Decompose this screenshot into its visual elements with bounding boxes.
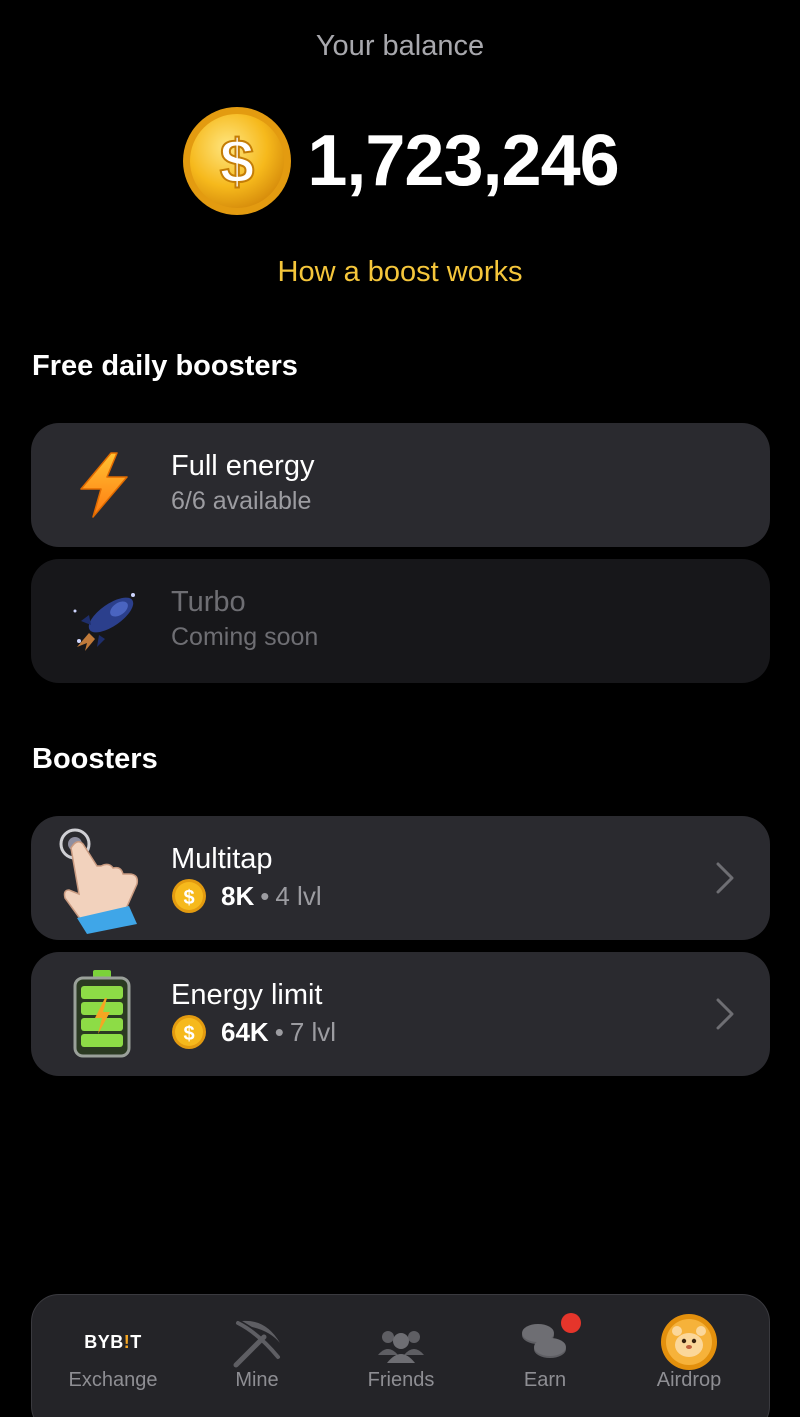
- booster-level: 4 lvl: [275, 880, 322, 911]
- booster-title: Energy limit: [171, 979, 323, 1011]
- price-row: $ 8K • 4 lvl: [171, 878, 322, 914]
- booster-level: 7 lvl: [289, 1016, 337, 1047]
- booster-card-turbo: Turbo Coming soon: [31, 559, 770, 683]
- chevron-right-icon: [716, 998, 734, 1030]
- nav-label: Mine: [235, 1369, 279, 1391]
- svg-text:$: $: [183, 887, 194, 909]
- notification-dot: [561, 1313, 581, 1333]
- separator-dot: •: [274, 1016, 284, 1047]
- price-row: $ 64K • 7 lvl: [171, 1014, 336, 1050]
- dollar-coin-icon: $: [183, 107, 292, 215]
- booster-price: 8K: [221, 880, 255, 911]
- balance-row: $ 1,723,246: [0, 105, 800, 217]
- bottom-nav: BYB!T Exchange Mine Friends Earn Airdrop: [31, 1294, 770, 1417]
- booster-title: Turbo: [171, 586, 246, 618]
- nav-item-earn[interactable]: Earn: [471, 1295, 619, 1417]
- nav-label: Exchange: [68, 1369, 158, 1391]
- battery-icon: [73, 970, 131, 1058]
- friends-icon: [378, 1331, 424, 1363]
- booster-title: Multitap: [171, 843, 273, 875]
- nav-label: Airdrop: [656, 1369, 722, 1391]
- booster-subtitle: Coming soon: [171, 623, 319, 651]
- dollar-coin-icon: $: [172, 879, 206, 913]
- svg-text:$: $: [183, 1023, 194, 1045]
- booster-title: Full energy: [171, 450, 315, 482]
- bybit-logo-icon: BYB!T: [84, 1331, 142, 1352]
- dollar-coin-icon: $: [172, 1015, 206, 1049]
- booster-price: 64K: [221, 1016, 269, 1047]
- tapping-hand-icon: [59, 828, 139, 934]
- chevron-right-icon: [716, 862, 734, 894]
- pickaxe-icon: [233, 1320, 280, 1368]
- rocket-icon: [73, 593, 135, 651]
- hamster-coin-icon: [661, 1314, 717, 1370]
- svg-text:$: $: [220, 128, 254, 197]
- nav-item-friends[interactable]: Friends: [327, 1295, 475, 1417]
- nav-item-airdrop[interactable]: Airdrop: [615, 1295, 763, 1417]
- free-boosters-heading: Free daily boosters: [32, 350, 298, 382]
- booster-card-multitap[interactable]: Multitap $ 8K • 4 lvl: [31, 816, 770, 940]
- how-boost-works-link[interactable]: How a boost works: [0, 256, 800, 289]
- booster-card-energy-limit[interactable]: Energy limit $ 64K • 7 lvl: [31, 952, 770, 1076]
- nav-label: Earn: [523, 1369, 567, 1391]
- boosters-heading: Boosters: [32, 743, 158, 775]
- nav-item-exchange[interactable]: BYB!T Exchange: [39, 1295, 187, 1417]
- nav-label: Friends: [367, 1369, 435, 1391]
- balance-label: Your balance: [315, 30, 485, 62]
- nav-item-mine[interactable]: Mine: [183, 1295, 331, 1417]
- separator-dot: •: [260, 880, 270, 911]
- lightning-icon: [80, 452, 128, 518]
- booster-card-full-energy[interactable]: Full energy 6/6 available: [31, 423, 770, 547]
- booster-subtitle: 6/6 available: [171, 487, 312, 515]
- balance-value: 1,723,246: [307, 121, 619, 201]
